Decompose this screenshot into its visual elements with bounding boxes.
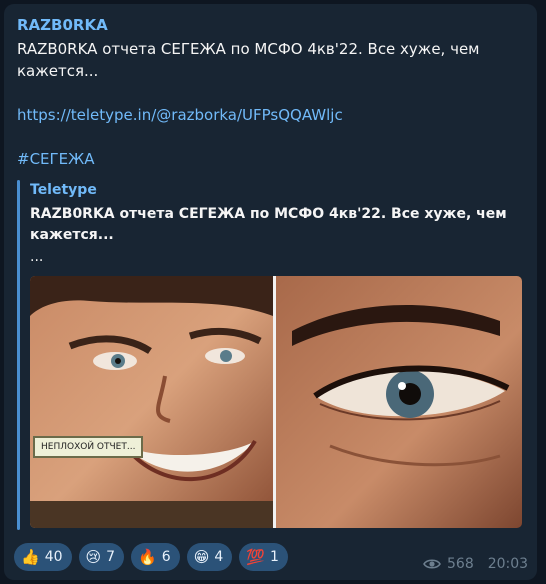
- preview-site-name[interactable]: Teletype: [30, 182, 97, 198]
- fire-icon: 🔥: [138, 547, 157, 566]
- reaction-thumbs-up[interactable]: 👍 40: [14, 543, 72, 571]
- preview-image-art: [30, 276, 522, 528]
- grinning-face-icon: 😁: [193, 547, 210, 566]
- hashtag-link[interactable]: #СЕГЕЖА: [17, 148, 95, 170]
- preview-image[interactable]: НЕПЛОХОЙ ОТЧЕТ...: [30, 276, 522, 528]
- hundred-points-icon: 💯: [246, 547, 265, 566]
- reaction-hundred[interactable]: 💯 1: [239, 543, 288, 571]
- message-link[interactable]: https://teletype.in/@razborka/UFPsQQAWlj…: [17, 104, 343, 126]
- reaction-crying[interactable]: 😢 7: [78, 543, 125, 571]
- reaction-count: 1: [269, 549, 279, 565]
- image-caption: НЕПЛОХОЙ ОТЧЕТ...: [33, 436, 144, 458]
- message-meta: 568 20:03: [423, 556, 528, 572]
- reaction-count: 6: [161, 549, 171, 565]
- reaction-count: 7: [106, 549, 116, 565]
- message-text: RAZB0RKA отчета СЕГЕЖА по МСФО 4кв'22. В…: [17, 38, 527, 82]
- preview-title-line1: RAZB0RKA отчета СЕГЕЖА по МСФО 4кв'22. В…: [30, 206, 507, 222]
- reaction-count: 40: [44, 549, 63, 565]
- crying-face-icon: 😢: [85, 547, 102, 566]
- reaction-count: 4: [214, 549, 224, 565]
- message-time: 20:03: [487, 556, 529, 572]
- channel-name[interactable]: RAZB0RKA: [17, 16, 108, 34]
- reaction-grin[interactable]: 😁 4: [186, 543, 233, 571]
- preview-title[interactable]: RAZB0RKA отчета СЕГЕЖА по МСФО 4кв'22. В…: [30, 204, 520, 246]
- thumbs-up-icon: 👍: [21, 547, 40, 566]
- view-count: 568: [447, 556, 474, 572]
- reactions-bar: 👍 40 😢 7 🔥 6 😁 4 💯 1: [14, 543, 288, 571]
- message-text-line2: кажется...: [17, 62, 99, 80]
- message-text-line1: RAZB0RKA отчета СЕГЕЖА по МСФО 4кв'22. В…: [17, 40, 480, 58]
- preview-title-line2: кажется...: [30, 227, 114, 243]
- link-preview-accent-bar: [17, 180, 20, 530]
- eye-icon: [423, 559, 441, 569]
- reaction-fire[interactable]: 🔥 6: [131, 543, 180, 571]
- preview-description: ...: [30, 249, 44, 265]
